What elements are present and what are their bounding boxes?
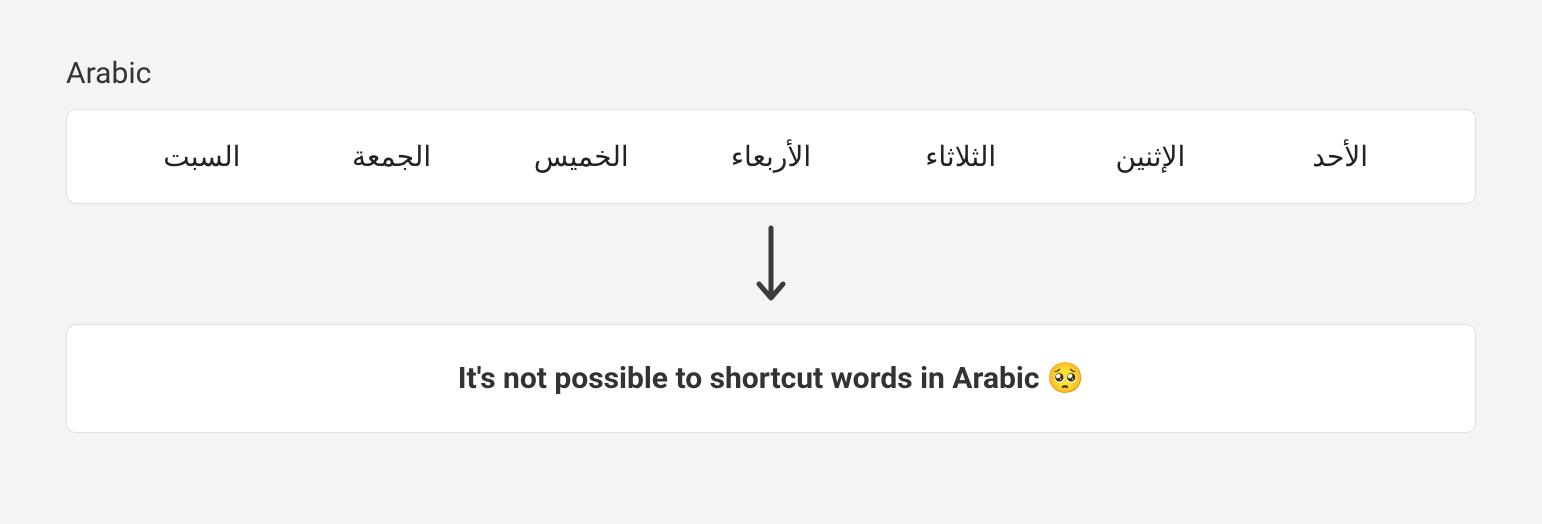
section-title: Arabic [66,56,1476,91]
message-text: It's not possible to shortcut words in A… [87,361,1455,396]
day-label: الثلاثاء [866,140,1056,173]
days-row-card: الأحد الإثنين الثلاثاء الأربعاء الخميس ا… [66,109,1476,204]
day-label: السبت [107,140,297,173]
arrow-down-icon [751,224,791,306]
day-label: الخميس [486,140,676,173]
message-card: It's not possible to shortcut words in A… [66,324,1476,433]
arrow-container [66,204,1476,324]
day-label: الجمعة [297,140,487,173]
day-label: الإثنين [1056,140,1246,173]
day-label: الأحد [1245,140,1435,173]
day-label: الأربعاء [676,140,866,173]
